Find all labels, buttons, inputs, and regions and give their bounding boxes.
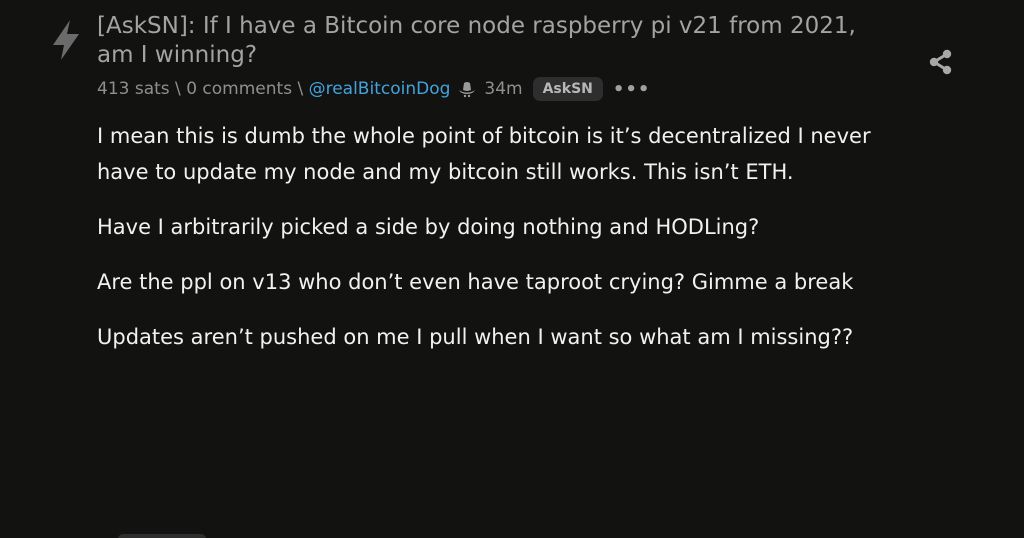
sub-badge[interactable]: AskSN — [532, 77, 603, 101]
body-paragraph: Are the ppl on v13 who don’t even have t… — [97, 270, 854, 294]
post-title[interactable]: [AskSN]: If I have a Bitcoin core node r… — [97, 12, 897, 70]
cowboy-hat-icon — [459, 82, 476, 98]
share-icon[interactable] — [928, 49, 954, 75]
meta-separator: \ — [169, 79, 187, 99]
comments-count[interactable]: 0 comments — [186, 79, 292, 99]
body-paragraph: Updates aren’t pushed on me I pull when … — [97, 325, 854, 349]
post-body: I mean this is dumb the whole point of b… — [97, 118, 917, 374]
reply-button-edge[interactable] — [118, 534, 206, 538]
author-link[interactable]: @realBitcoinDog — [309, 79, 451, 99]
post-meta: 413 sats \ 0 comments \ @realBitcoinDog … — [97, 76, 650, 102]
post-age[interactable]: 34m — [484, 79, 522, 99]
meta-separator: \ — [292, 79, 309, 99]
body-paragraph: I mean this is dumb the whole point of b… — [97, 124, 871, 184]
sats-count[interactable]: 413 sats — [97, 79, 170, 99]
lightning-bolt-icon[interactable] — [50, 18, 82, 62]
more-options-icon[interactable]: ••• — [613, 79, 651, 100]
post-page: [AskSN]: If I have a Bitcoin core node r… — [0, 0, 1024, 538]
body-paragraph: Have I arbitrarily picked a side by doin… — [97, 215, 760, 239]
